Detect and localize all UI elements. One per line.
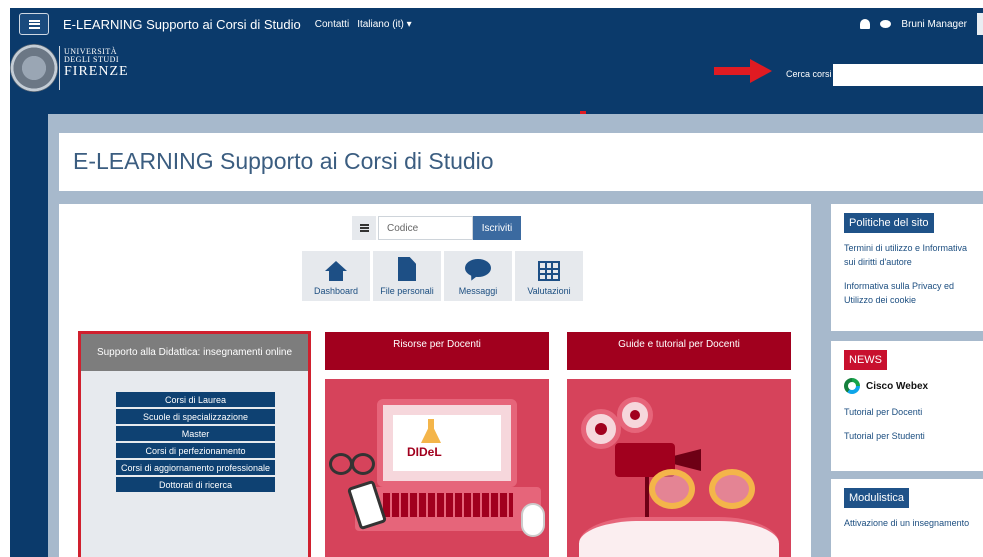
quick-link-messages[interactable]: Messaggi xyxy=(444,251,512,301)
page-header-card: E-LEARNING Supporto ai Corsi di Studio xyxy=(59,133,983,191)
red-marker xyxy=(580,111,586,114)
glasses-lens-right xyxy=(709,469,755,509)
keyboard-keys xyxy=(383,493,513,517)
bell-icon[interactable] xyxy=(860,19,871,29)
header-band: UNIVERSITÀ DEGLI STUDI FIRENZE Cerca cor… xyxy=(10,40,983,114)
glasses-lens-left xyxy=(649,469,695,509)
film-reel-icon xyxy=(581,409,621,449)
block-site-policies: Politiche del sito Termini di utilizzo e… xyxy=(831,204,983,331)
course-category-list: Corsi di Laurea Scuole di specializzazio… xyxy=(116,392,275,492)
user-area: Bruni Manager xyxy=(860,13,983,35)
webex-item[interactable]: Cisco Webex xyxy=(844,378,983,394)
quick-links: Dashboard File personali Messaggi Valuta… xyxy=(302,251,583,301)
home-icon xyxy=(324,261,348,281)
webex-logo-icon xyxy=(844,378,860,394)
quick-link-label: File personali xyxy=(380,286,434,296)
didattica-online-box: Supporto alla Didattica: insegnamenti on… xyxy=(78,331,311,557)
privacy-policy-link[interactable]: Informativa sulla Privacy ed Utilizzo de… xyxy=(844,279,980,307)
quick-link-label: Dashboard xyxy=(313,286,359,296)
3d-glasses-icon xyxy=(649,469,769,509)
tile-guide-title[interactable]: Guide e tutorial per Docenti xyxy=(567,332,791,370)
block-title: NEWS xyxy=(844,350,887,370)
course-search-label: Cerca corsi xyxy=(786,69,832,79)
avatar[interactable] xyxy=(977,13,983,35)
logo-line-2: DEGLI STUDI xyxy=(64,55,120,64)
university-logo[interactable]: UNIVERSITÀ DEGLI STUDI FIRENZE xyxy=(64,48,129,79)
file-icon xyxy=(398,257,416,281)
hamburger-icon xyxy=(28,19,40,29)
message-icon xyxy=(465,259,491,281)
course-code-input[interactable]: Codice xyxy=(378,216,473,240)
menu-toggle-button[interactable] xyxy=(19,13,49,35)
didel-logo: DIDeL xyxy=(407,445,442,459)
laptop-illustration: DIDeL xyxy=(377,399,517,487)
block-title: Modulistica xyxy=(844,488,910,508)
red-arrow-annotation xyxy=(714,67,754,75)
activate-course-link[interactable]: Attivazione di un insegnamento xyxy=(844,516,980,530)
open-book-icon xyxy=(579,507,779,557)
block-forms: Modulistica Attivazione di un insegnamen… xyxy=(831,479,983,557)
enrol-by-code-form: Codice Iscriviti xyxy=(352,216,521,240)
quick-link-label: Messaggi xyxy=(458,286,498,296)
block-news: NEWS Cisco Webex Tutorial per Docenti Tu… xyxy=(831,341,983,471)
list-icon xyxy=(359,224,369,232)
tile-risorse-image[interactable]: DIDeL xyxy=(325,379,549,557)
chat-icon[interactable] xyxy=(880,20,892,28)
camera-lens-icon xyxy=(675,449,701,471)
webex-label: Cisco Webex xyxy=(866,380,929,392)
course-category-perfezionamento[interactable]: Corsi di perfezionamento xyxy=(116,443,275,458)
page-title: E-LEARNING Supporto ai Corsi di Studio xyxy=(73,148,494,174)
university-seal-icon xyxy=(10,44,58,92)
quick-link-dashboard[interactable]: Dashboard xyxy=(302,251,370,301)
logo-divider xyxy=(59,46,60,90)
tutorial-docenti-link[interactable]: Tutorial per Docenti xyxy=(844,405,980,419)
course-search-input[interactable] xyxy=(833,64,983,86)
course-category-laurea[interactable]: Corsi di Laurea xyxy=(116,392,275,407)
terms-of-use-link[interactable]: Termini di utilizzo e Informativa sui di… xyxy=(844,241,980,269)
code-icon-box xyxy=(352,216,376,240)
site-name-link[interactable]: E-LEARNING Supporto ai Corsi di Studio xyxy=(63,17,301,32)
didattica-title[interactable]: Supporto alla Didattica: insegnamenti on… xyxy=(81,334,308,371)
laptop-screen-content: DIDeL xyxy=(393,415,501,471)
course-category-dottorati[interactable]: Dottorati di ricerca xyxy=(116,477,275,492)
user-menu[interactable]: Bruni Manager xyxy=(901,19,967,30)
tutorial-studenti-link[interactable]: Tutorial per Studenti xyxy=(844,429,980,443)
enrol-button[interactable]: Iscriviti xyxy=(473,216,521,240)
block-title: Politiche del sito xyxy=(844,213,934,233)
language-selector[interactable]: Italiano (it) ▾ xyxy=(357,19,411,30)
course-category-aggiornamento[interactable]: Corsi di aggiornamento professionale xyxy=(116,460,275,475)
top-navbar: E-LEARNING Supporto ai Corsi di Studio C… xyxy=(10,8,983,40)
film-reel-icon xyxy=(617,397,653,433)
red-arrow-head-icon xyxy=(750,59,772,83)
grades-icon xyxy=(538,261,560,281)
glasses-icon xyxy=(329,453,375,475)
logo-line-3: FIRENZE xyxy=(64,64,129,79)
tile-risorse-title[interactable]: Risorse per Docenti xyxy=(325,332,549,370)
tile-guide-image[interactable] xyxy=(567,379,791,557)
contacts-link[interactable]: Contatti xyxy=(315,19,349,30)
quick-link-label: Valutazioni xyxy=(527,286,571,296)
left-drawer-strip xyxy=(10,114,48,557)
mouse-icon xyxy=(521,503,545,537)
flask-icon xyxy=(421,419,441,443)
quick-link-grades[interactable]: Valutazioni xyxy=(515,251,583,301)
course-category-master[interactable]: Master xyxy=(116,426,275,441)
quick-link-files[interactable]: File personali xyxy=(373,251,441,301)
course-category-specializzazione[interactable]: Scuole di specializzazione xyxy=(116,409,275,424)
